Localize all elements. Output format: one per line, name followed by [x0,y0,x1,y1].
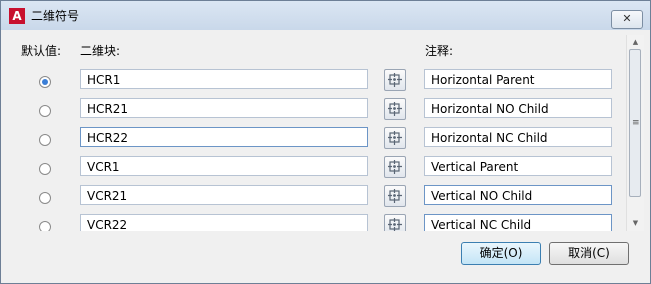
default-column-header: 默认值: [21,44,62,58]
note-field[interactable]: Horizontal Parent [424,69,612,89]
table-row: VCR22 Vertical NC Child [9,213,626,231]
select-block-button[interactable] [384,185,406,207]
default-radio[interactable] [39,221,51,231]
select-block-button[interactable] [384,98,406,120]
default-radio[interactable] [39,105,51,117]
scroll-down-icon[interactable]: ▼ [627,216,644,230]
note-field[interactable]: Vertical NO Child [424,185,612,205]
note-field[interactable]: Horizontal NC Child [424,127,612,147]
title-bar: A 二维符号 ✕ [1,1,650,30]
table-row: VCR21 Vertical NO Child [9,184,626,213]
symbol-list: HCR1 Horizontal Parent HCR21 Horizontal NO … [9,61,626,231]
symbol-dialog: A 二维符号 ✕ 默认值: 二维块: 注释: HCR1 Horizontal Pa… [0,0,651,284]
select-block-icon [388,189,402,203]
default-radio[interactable] [39,76,51,88]
block-name-field[interactable]: HCR22 [80,127,368,147]
cancel-button[interactable]: 取消(C) [549,242,629,265]
default-radio[interactable] [39,192,51,204]
block-column-header: 二维块: [80,44,121,58]
block-name-field[interactable]: HCR21 [80,98,368,118]
default-radio[interactable] [39,134,51,146]
default-radio[interactable] [39,163,51,175]
note-field[interactable]: Vertical Parent [424,156,612,176]
block-name-field[interactable]: VCR21 [80,185,368,205]
table-row: HCR22 Horizontal NC Child [9,126,626,155]
select-block-icon [388,131,402,145]
select-block-icon [388,73,402,87]
scroll-up-icon[interactable]: ▲ [627,35,644,49]
select-block-icon [388,160,402,174]
block-name-field[interactable]: VCR22 [80,214,368,231]
select-block-button[interactable] [384,156,406,178]
grip-icon: ≡ [632,118,640,128]
table-row: HCR1 Horizontal Parent [9,68,626,97]
block-name-field[interactable]: VCR1 [80,156,368,176]
autocad-logo-icon: A [9,8,25,24]
note-column-header: 注释: [425,44,454,58]
table-row: HCR21 Horizontal NO Child [9,97,626,126]
ok-button[interactable]: 确定(O) [461,242,541,265]
select-block-button[interactable] [384,69,406,91]
select-block-button[interactable] [384,127,406,149]
note-field[interactable]: Horizontal NO Child [424,98,612,118]
scroll-thumb[interactable]: ≡ [629,49,641,197]
note-field[interactable]: Vertical NC Child [424,214,612,231]
vertical-scrollbar[interactable]: ▲ ≡ ▼ [626,35,644,231]
select-block-icon [388,218,402,231]
table-row: VCR1 Vertical Parent [9,155,626,184]
select-block-button[interactable] [384,214,406,231]
dialog-title: 二维符号 [31,9,80,23]
close-button[interactable]: ✕ [611,10,643,29]
select-block-icon [388,102,402,116]
block-name-field[interactable]: HCR1 [80,69,368,89]
